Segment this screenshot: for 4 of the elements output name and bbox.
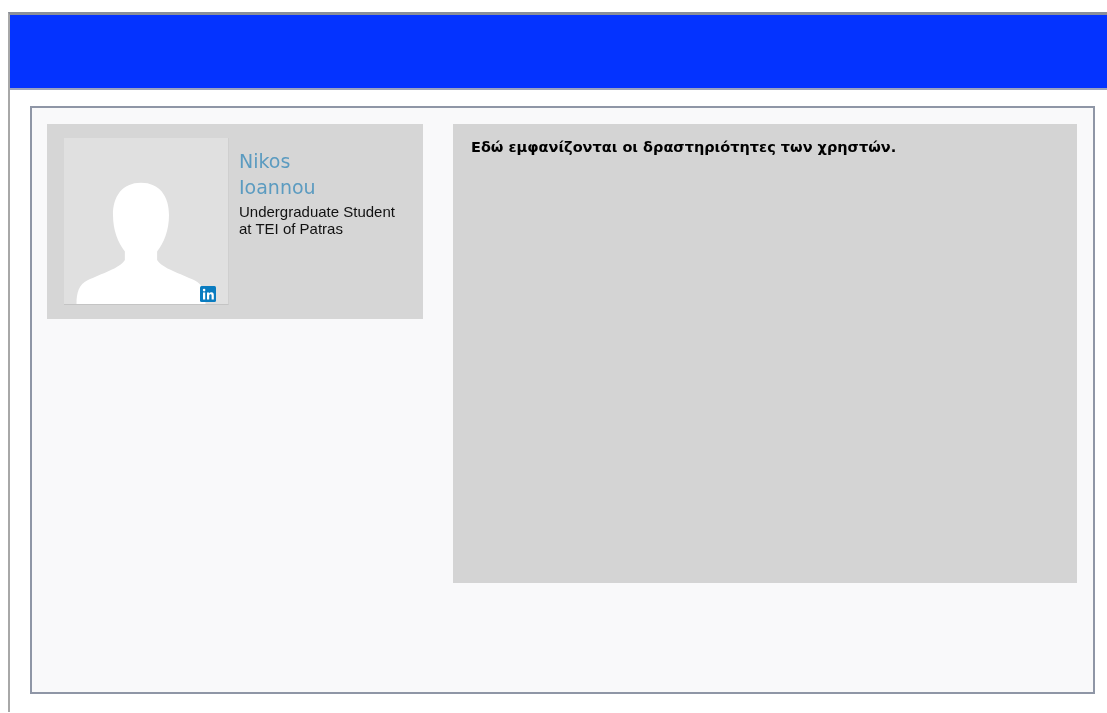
activity-message: Εδώ εμφανίζονται οι δραστηριότητες των χρηστών. xyxy=(471,139,898,155)
profile-name[interactable]: Nikos Ioannou xyxy=(239,148,359,200)
linkedin-icon[interactable] xyxy=(200,286,216,302)
profile-headline: Undergraduate Student at TEI of Patras xyxy=(239,203,396,237)
